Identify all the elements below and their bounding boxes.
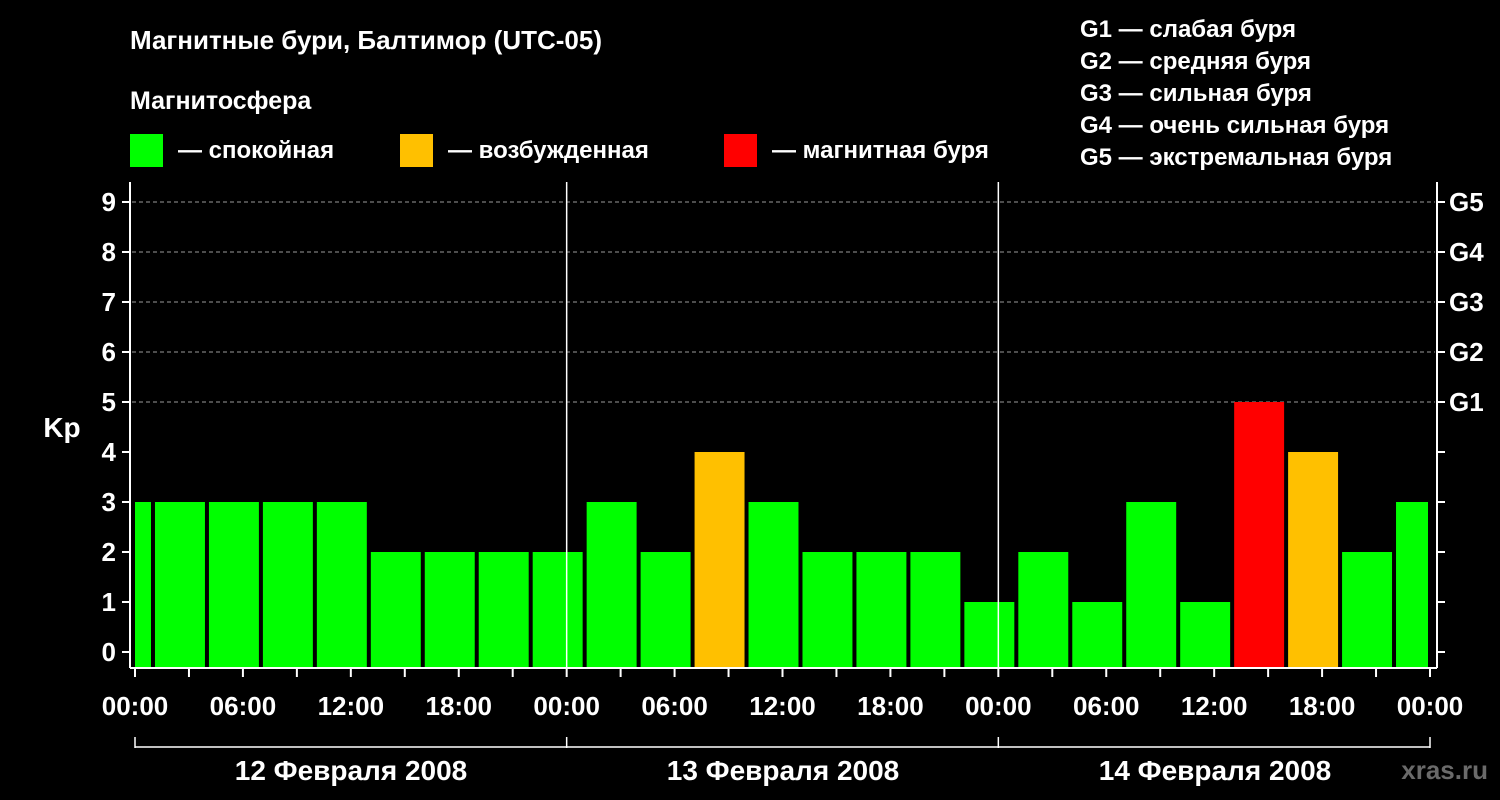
- kp-bar: [1072, 602, 1123, 668]
- x-tick-label: 00:00: [1397, 691, 1464, 721]
- g-legend-line: G1 — слабая буря: [1080, 16, 1296, 43]
- g-legend-line: G3 — сильная буря: [1080, 80, 1312, 107]
- x-tick-label: 00:00: [965, 691, 1032, 721]
- y-tick-label: 2: [102, 537, 116, 567]
- x-tick-label: 12:00: [749, 691, 816, 721]
- watermark: xras.ru: [1401, 755, 1488, 785]
- g-scale-label: G1: [1449, 387, 1484, 417]
- kp-bar: [910, 552, 961, 668]
- x-tick-label: 06:00: [210, 691, 277, 721]
- color-legend: — спокойная — возбужденная — магнитная б…: [130, 134, 989, 167]
- x-tick-label: 12:00: [1181, 691, 1248, 721]
- bars: [135, 402, 1428, 668]
- x-tick-label: 06:00: [641, 691, 708, 721]
- kp-bar: [135, 502, 151, 668]
- kp-bar: [640, 552, 691, 668]
- kp-bar: [1234, 402, 1285, 668]
- x-tick-label: 12:00: [318, 691, 385, 721]
- x-tick-label: 18:00: [857, 691, 924, 721]
- kp-chart: Магнитные бури, Балтимор (UTC-05) Магнит…: [43, 16, 1488, 786]
- x-tick-label: 18:00: [426, 691, 493, 721]
- x-tick-label: 00:00: [102, 691, 169, 721]
- chart-title: Магнитные бури, Балтимор (UTC-05): [130, 25, 602, 55]
- kp-bar: [370, 552, 421, 668]
- kp-bar: [748, 502, 799, 668]
- y-tick-label: 6: [102, 337, 116, 367]
- g-scale-label: G5: [1449, 187, 1484, 217]
- kp-bar: [316, 502, 367, 668]
- legend-label-storm: — магнитная буря: [772, 137, 989, 164]
- y-tick-label: 7: [102, 287, 116, 317]
- legend-swatch-storm: [724, 134, 757, 167]
- day-label: 14 Февраля 2008: [1099, 755, 1331, 786]
- kp-bar: [1126, 502, 1177, 668]
- y-tick-label: 3: [102, 487, 116, 517]
- day-labels: 12 Февраля 2008 13 Февраля 2008 14 Февра…: [235, 755, 1331, 786]
- g-scale-legend: G1 — слабая буря G2 — средняя буря G3 — …: [1080, 16, 1392, 171]
- kp-bar: [262, 502, 313, 668]
- g-legend-line: G5 — экстремальная буря: [1080, 144, 1392, 171]
- x-tick-label: 06:00: [1073, 691, 1140, 721]
- kp-bar: [856, 552, 907, 668]
- kp-bar: [532, 552, 583, 668]
- kp-bar: [586, 502, 637, 668]
- y-tick-label: 9: [102, 187, 116, 217]
- kp-bar: [424, 552, 475, 668]
- legend-label-excited: — возбужденная: [448, 137, 649, 164]
- day-label: 12 Февраля 2008: [235, 755, 467, 786]
- g-legend-line: G2 — средняя буря: [1080, 48, 1311, 75]
- chart-subtitle: Магнитосфера: [130, 87, 312, 115]
- y-tick-label: 8: [102, 237, 116, 267]
- kp-bar: [478, 552, 529, 668]
- kp-bar: [694, 452, 745, 668]
- y-axis-label: Kp: [43, 412, 80, 443]
- g-scale-label: G2: [1449, 337, 1484, 367]
- grid-lines: [132, 201, 1435, 403]
- kp-bar: [1288, 452, 1339, 668]
- kp-bar: [964, 602, 1015, 668]
- kp-bar: [1018, 552, 1069, 668]
- kp-bar: [802, 552, 853, 668]
- g-scale-label: G4: [1449, 237, 1484, 267]
- kp-bar: [1396, 502, 1428, 668]
- kp-bar: [208, 502, 259, 668]
- g-scale-label: G3: [1449, 287, 1484, 317]
- kp-bar: [154, 502, 205, 668]
- g-legend-line: G4 — очень сильная буря: [1080, 112, 1389, 139]
- y-tick-label: 1: [102, 587, 116, 617]
- day-label: 13 Февраля 2008: [667, 755, 899, 786]
- y-tick-label: 4: [102, 437, 117, 467]
- legend-swatch-quiet: [130, 134, 163, 167]
- legend-label-quiet: — спокойная: [178, 137, 334, 164]
- x-tick-label: 00:00: [533, 691, 600, 721]
- x-tick-label: 18:00: [1289, 691, 1356, 721]
- y-tick-label: 0: [102, 637, 116, 667]
- legend-swatch-excited: [400, 134, 433, 167]
- kp-bar: [1342, 552, 1393, 668]
- kp-bar: [1180, 602, 1231, 668]
- y-tick-label: 5: [102, 387, 116, 417]
